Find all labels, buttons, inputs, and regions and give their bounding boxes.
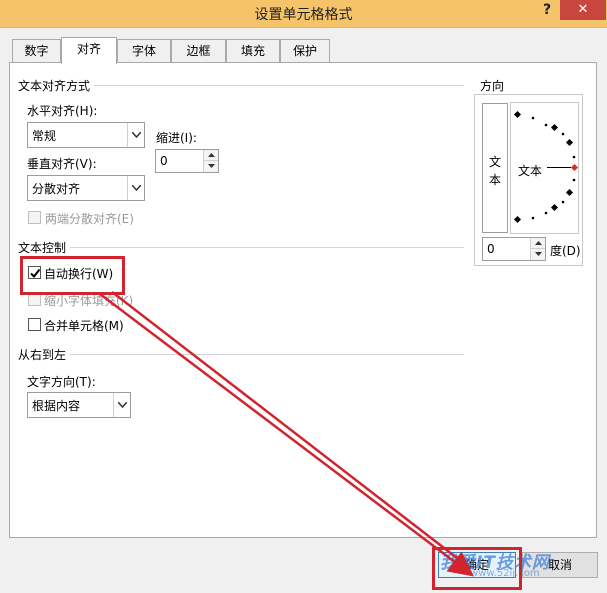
annotation-arrow (99, 291, 474, 577)
highlight-ok-button (432, 547, 522, 590)
tab-alignment[interactable]: 对齐 (61, 37, 117, 64)
